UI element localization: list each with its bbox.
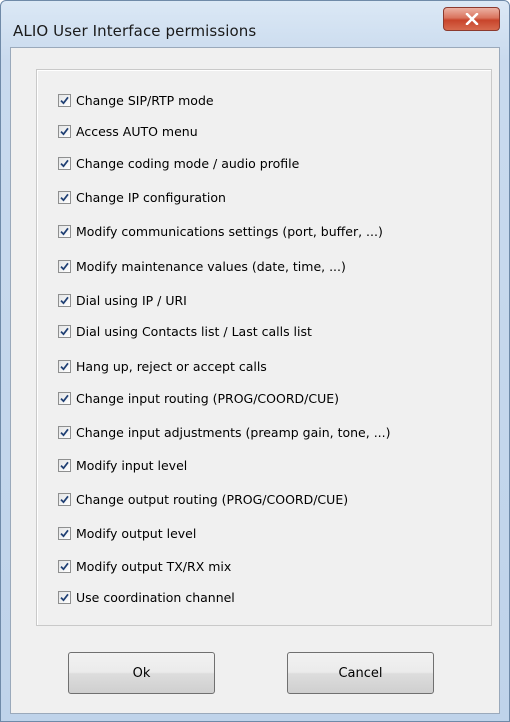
permission-checkbox[interactable] [58, 259, 71, 273]
permission-row[interactable]: Change IP configuration [58, 187, 226, 207]
permission-checkbox[interactable] [58, 156, 71, 170]
permission-label: Modify maintenance values (date, time, .… [76, 258, 346, 274]
checkmark-icon [60, 461, 69, 470]
checkmark-icon [60, 127, 69, 136]
permission-checkbox[interactable] [58, 359, 71, 373]
permission-row[interactable]: Modify communications settings (port, bu… [58, 221, 383, 241]
permission-label: Hang up, reject or accept calls [76, 358, 267, 374]
permission-checkbox[interactable] [58, 324, 71, 338]
checkmark-icon [60, 495, 69, 504]
permission-checkbox[interactable] [58, 224, 71, 238]
permission-label: Change input routing (PROG/COORD/CUE) [76, 390, 340, 406]
checkmark-icon [60, 193, 69, 202]
checkmark-icon [60, 562, 69, 571]
permission-row[interactable]: Modify output TX/RX mix [58, 556, 231, 576]
permission-label: Change coding mode / audio profile [76, 155, 300, 171]
permission-checkbox[interactable] [58, 124, 71, 138]
permission-row[interactable]: Change coding mode / audio profile [58, 153, 299, 173]
checkmark-icon [60, 327, 69, 336]
permission-label: Modify output TX/RX mix [76, 558, 232, 574]
permission-checkbox[interactable] [58, 590, 71, 604]
dialog-body: Change SIP/RTP mode Access AUTO menu Cha… [10, 47, 500, 714]
checkmark-icon [60, 529, 69, 538]
permission-label: Modify input level [76, 457, 188, 473]
permission-label: Modify communications settings (port, bu… [76, 223, 383, 239]
permission-label: Change input adjustments (preamp gain, t… [76, 424, 391, 440]
permissions-group: Change SIP/RTP mode Access AUTO menu Cha… [36, 69, 492, 626]
permission-row[interactable]: Dial using IP / URI [58, 290, 187, 310]
permission-checkbox[interactable] [58, 526, 71, 540]
permission-row[interactable]: Access AUTO menu [58, 121, 198, 141]
checkmark-icon [60, 296, 69, 305]
permission-label: Dial using IP / URI [76, 292, 187, 308]
permission-row[interactable]: Hang up, reject or accept calls [58, 356, 267, 376]
checkmark-icon [60, 227, 69, 236]
permission-row[interactable]: Use coordination channel [58, 587, 235, 607]
cancel-button[interactable]: Cancel [287, 652, 434, 694]
permission-row[interactable]: Modify input level [58, 455, 187, 475]
close-icon [465, 13, 478, 25]
permission-checkbox[interactable] [58, 293, 71, 307]
checkmark-icon [60, 593, 69, 602]
permission-label: Change IP configuration [76, 189, 226, 205]
permission-row[interactable]: Change output routing (PROG/COORD/CUE) [58, 489, 348, 509]
permission-label: Change output routing (PROG/COORD/CUE) [76, 491, 349, 507]
permission-row[interactable]: Dial using Contacts list / Last calls li… [58, 321, 312, 341]
permission-label: Dial using Contacts list / Last calls li… [76, 323, 312, 339]
window-title: ALIO User Interface permissions [13, 22, 257, 40]
permission-row[interactable]: Modify output level [58, 523, 196, 543]
permission-checkbox[interactable] [58, 425, 71, 439]
permission-row[interactable]: Modify maintenance values (date, time, .… [58, 256, 346, 276]
close-button[interactable] [443, 7, 500, 31]
ok-button[interactable]: Ok [68, 652, 215, 694]
permission-checkbox[interactable] [58, 93, 71, 107]
permission-checkbox[interactable] [58, 458, 71, 472]
permission-row[interactable]: Change SIP/RTP mode [58, 90, 214, 110]
permission-checkbox[interactable] [58, 492, 71, 506]
permission-checkbox[interactable] [58, 190, 71, 204]
permission-label: Modify output level [76, 525, 197, 541]
dialog-window: ALIO User Interface permissions Change S… [0, 0, 510, 722]
checkmark-icon [60, 362, 69, 371]
title-bar[interactable]: ALIO User Interface permissions [1, 1, 509, 41]
permission-label: Use coordination channel [76, 589, 235, 605]
checkmark-icon [60, 428, 69, 437]
permission-checkbox[interactable] [58, 391, 71, 405]
permission-checkbox[interactable] [58, 559, 71, 573]
permission-label: Change SIP/RTP mode [76, 92, 214, 108]
checkmark-icon [60, 262, 69, 271]
permission-row[interactable]: Change input adjustments (preamp gain, t… [58, 422, 391, 442]
checkmark-icon [60, 96, 69, 105]
permission-label: Access AUTO menu [76, 123, 198, 139]
checkmark-icon [60, 394, 69, 403]
permission-row[interactable]: Change input routing (PROG/COORD/CUE) [58, 388, 339, 408]
checkmark-icon [60, 159, 69, 168]
